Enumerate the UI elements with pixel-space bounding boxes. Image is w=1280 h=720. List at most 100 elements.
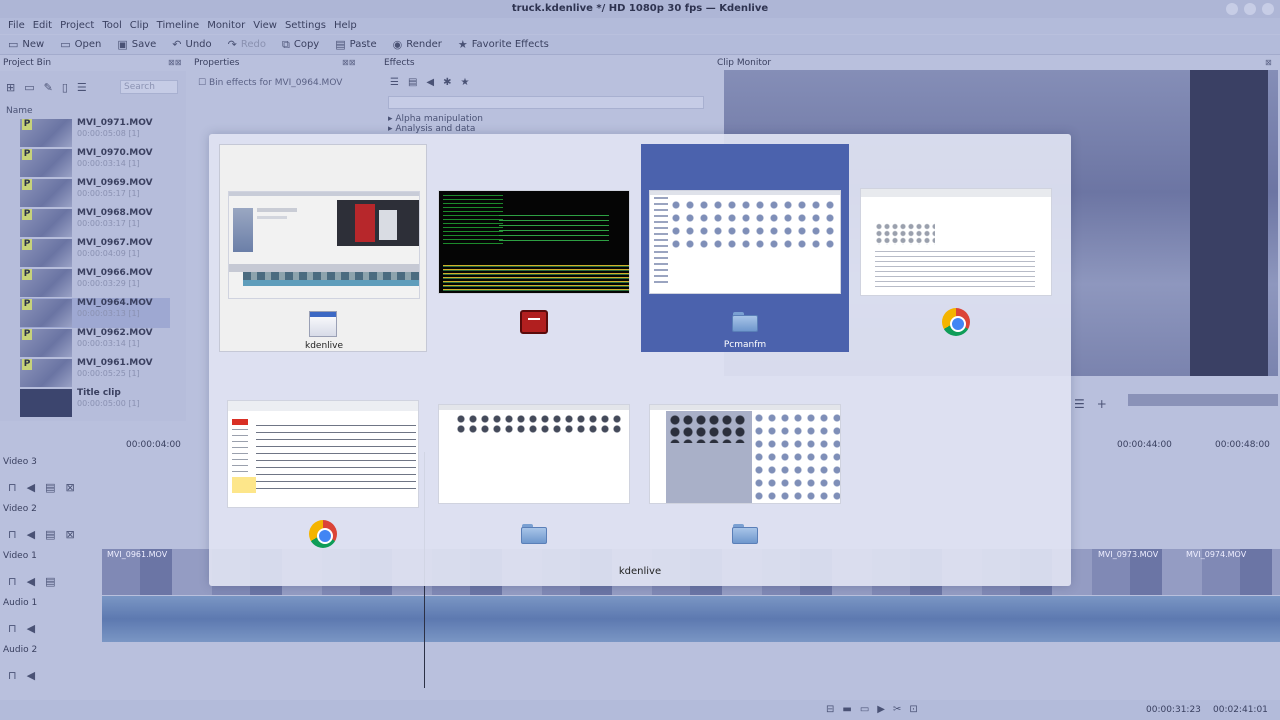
folder-icon[interactable]: ▭	[24, 81, 34, 94]
new-button[interactable]: ▭ New	[8, 38, 44, 51]
folder-icon	[732, 524, 758, 544]
lock-icon[interactable]: ⊓	[8, 528, 17, 541]
switcher-tile-filemanager[interactable]	[641, 356, 849, 564]
switcher-tile-filemanager[interactable]	[430, 356, 638, 564]
menu-file[interactable]: File	[4, 18, 29, 34]
spacer-icon[interactable]: ⊡	[909, 704, 917, 715]
zoom-out-icon[interactable]: ▬	[842, 704, 851, 715]
menu-bar: File Edit Project Tool Clip Timeline Mon…	[0, 18, 1280, 34]
video-icon[interactable]: ▤	[408, 77, 417, 88]
film-icon[interactable]: ▤	[45, 575, 55, 588]
film-icon[interactable]: ▤	[45, 481, 55, 494]
switcher-tile-kdenlive[interactable]: kdenlive	[219, 144, 427, 352]
switcher-tile-chrome[interactable]	[852, 144, 1060, 352]
favorite-effects-button[interactable]: ★ Favorite Effects	[458, 38, 549, 51]
save-icon: ▣	[117, 38, 128, 51]
bin-clip-selected[interactable]: P MVI_0964.MOV 00:00:03:13 [1]	[20, 298, 170, 328]
effect-category[interactable]: ▸ Analysis and data	[388, 124, 483, 134]
menu-project[interactable]: Project	[56, 18, 98, 34]
window-switcher: kdenlive Pcmanfm kdenlive	[209, 134, 1071, 586]
chrome-icon	[309, 520, 337, 548]
lock-icon[interactable]: ⊓	[8, 669, 17, 682]
select-icon[interactable]: ▶	[877, 704, 885, 715]
lock-icon[interactable]: ⊓	[8, 481, 17, 494]
audio-waveform[interactable]	[102, 596, 1280, 642]
redo-button[interactable]: ↷ Redo	[228, 38, 266, 51]
undo-button[interactable]: ↶ Undo	[172, 38, 211, 51]
bin-clip[interactable]: P MVI_0967.MOV 00:00:04:09 [1]	[20, 238, 170, 268]
edit-icon[interactable]: ✎	[44, 81, 53, 94]
menu-edit[interactable]: Edit	[29, 18, 56, 34]
paste-button[interactable]: ▤ Paste	[335, 38, 376, 51]
mute-icon[interactable]: ◀	[27, 528, 35, 541]
bin-clip[interactable]: P MVI_0970.MOV 00:00:03:14 [1]	[20, 148, 170, 178]
composite-icon[interactable]: ⊠	[65, 481, 74, 494]
render-button[interactable]: ◉ Render	[393, 38, 442, 51]
menu-icon[interactable]: ☰	[1074, 397, 1085, 411]
bin-clip[interactable]: P MVI_0969.MOV 00:00:05:17 [1]	[20, 178, 170, 208]
switcher-tile-terminal[interactable]	[430, 144, 638, 352]
menu-settings[interactable]: Settings	[281, 18, 330, 34]
redo-icon: ↷	[227, 38, 237, 51]
monitor-scrubber[interactable]	[1128, 394, 1278, 406]
delete-icon[interactable]: ▯	[62, 81, 68, 94]
custom-icon[interactable]: ✱	[443, 77, 451, 88]
speaker-icon[interactable]: ◀	[27, 622, 35, 635]
speaker-icon[interactable]: ◀	[27, 669, 35, 682]
properties-close-icon[interactable]: ⊠⊠	[342, 58, 355, 67]
window-thumbnail	[227, 400, 419, 508]
switcher-tile-pcmanfm[interactable]: Pcmanfm	[641, 144, 849, 352]
add-clip-icon[interactable]: ⊞	[6, 81, 15, 94]
menu-tool[interactable]: Tool	[98, 18, 125, 34]
menu-timeline[interactable]: Timeline	[153, 18, 204, 34]
fit-icon[interactable]: ⊟	[826, 704, 834, 715]
bin-search-input[interactable]: Search	[120, 80, 178, 94]
save-button[interactable]: ▣ Save	[117, 38, 156, 51]
effect-category[interactable]: ▸ Alpha manipulation	[388, 114, 483, 124]
menu-view[interactable]: View	[249, 18, 281, 34]
favorite-icon[interactable]: ★	[461, 77, 470, 88]
film-icon[interactable]: ▤	[45, 528, 55, 541]
add-icon[interactable]: +	[1097, 397, 1107, 411]
razor-icon[interactable]: ✂	[893, 704, 901, 715]
mute-icon[interactable]: ◀	[27, 575, 35, 588]
status-duration: 00:02:41:01	[1213, 705, 1268, 715]
effects-search-input[interactable]	[388, 96, 704, 109]
maximize-button[interactable]	[1244, 3, 1256, 15]
window-title: truck.kdenlive */ HD 1080p 30 fps — Kden…	[0, 0, 1280, 18]
chrome-icon	[942, 308, 970, 336]
bin-clip[interactable]: P MVI_0961.MOV 00:00:05:25 [1]	[20, 358, 170, 388]
bin-toolbar: ⊞ ▭ ✎ ▯ ☰	[6, 81, 87, 94]
bin-clip[interactable]: P MVI_0966.MOV 00:00:03:29 [1]	[20, 268, 170, 298]
lock-icon[interactable]: ⊓	[8, 575, 17, 588]
menu-icon[interactable]: ☰	[77, 81, 87, 94]
list-icon[interactable]: ☰	[390, 77, 399, 88]
lock-icon[interactable]: ⊓	[8, 622, 17, 635]
bin-clip[interactable]: P MVI_0968.MOV 00:00:03:17 [1]	[20, 208, 170, 238]
minimize-button[interactable]	[1226, 3, 1238, 15]
folder-icon	[732, 312, 758, 332]
audio-icon[interactable]: ◀	[426, 77, 434, 88]
bin-effects-checkbox[interactable]: ☐ Bin effects for MVI_0964.MOV	[198, 78, 342, 88]
menu-clip[interactable]: Clip	[126, 18, 153, 34]
open-button[interactable]: ▭ Open	[60, 38, 101, 51]
bin-clip[interactable]: P MVI_0962.MOV 00:00:03:14 [1]	[20, 328, 170, 358]
menu-monitor[interactable]: Monitor	[203, 18, 249, 34]
composite-icon[interactable]: ⊠	[65, 528, 74, 541]
menu-help[interactable]: Help	[330, 18, 361, 34]
effects-list: ▸ Alpha manipulation ▸ Analysis and data	[388, 114, 483, 134]
switcher-tile-chrome[interactable]	[219, 356, 427, 564]
project-bin-close-icon[interactable]: ⊠⊠	[168, 58, 181, 67]
mute-icon[interactable]: ◀	[27, 481, 35, 494]
track-audio-1: Audio 1 ⊓ ◀	[0, 596, 1280, 642]
new-icon: ▭	[8, 38, 19, 51]
zoom-in-icon[interactable]: ▭	[860, 704, 869, 715]
bin-clip[interactable]: Title clip 00:00:05:00 [1]	[20, 388, 170, 418]
copy-button[interactable]: ⧉ Copy	[282, 38, 319, 52]
paste-icon: ▤	[335, 38, 346, 51]
kdenlive-window-icon	[309, 311, 337, 337]
close-button[interactable]	[1262, 3, 1274, 15]
bin-clip[interactable]: P MVI_0971.MOV 00:00:05:08 [1]	[20, 118, 170, 148]
effects-title: Effects	[384, 58, 415, 68]
window-thumbnail	[649, 190, 841, 294]
